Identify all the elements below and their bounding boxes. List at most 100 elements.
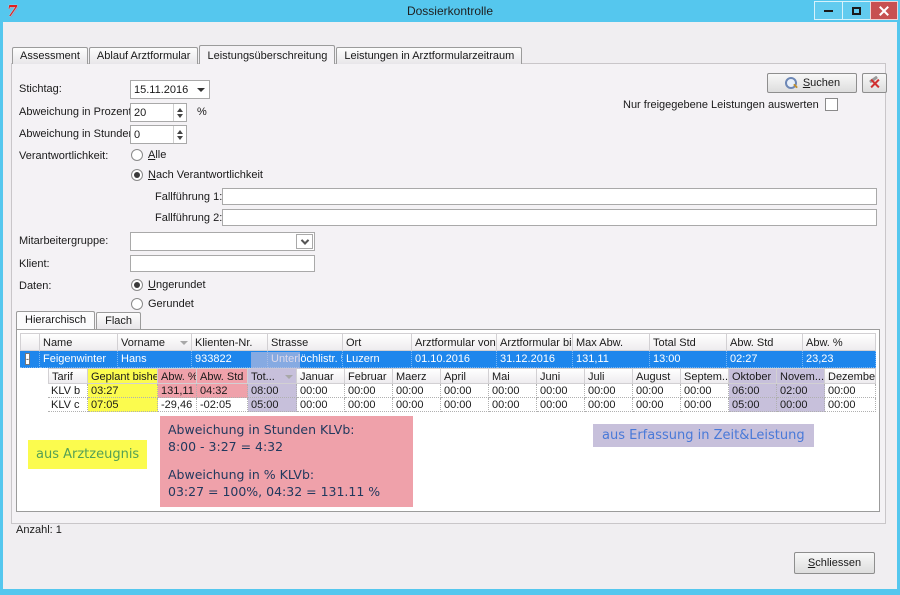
tab-assessment[interactable]: Assessment xyxy=(12,47,88,64)
verantwortlichkeit-label: Verantwortlichkeit: xyxy=(19,150,108,162)
column-header-maerz[interactable]: Maerz xyxy=(393,368,441,384)
tree-indent xyxy=(20,384,48,398)
column-header-abw-std[interactable]: Abw. Std xyxy=(727,333,803,351)
column-header-tarif[interactable]: Tarif xyxy=(48,368,88,384)
column-header-abw-prozent[interactable]: Abw. % xyxy=(803,333,876,351)
tab-leistungen-arztformularzeitraum[interactable]: Leistungen in Arztformularzeitraum xyxy=(336,47,522,64)
column-header-arztformular-von[interactable]: Arztformular von xyxy=(412,333,497,351)
column-header-november[interactable]: Novem... xyxy=(777,368,825,384)
column-header-arztformular-bis[interactable]: Arztformular bis xyxy=(497,333,573,351)
tab-ablauf-arztformular[interactable]: Ablauf Arztformular xyxy=(89,47,199,64)
column-header-juli[interactable]: Juli xyxy=(585,368,633,384)
tab-leistungsueberschreitung[interactable]: Leistungsüberschreitung xyxy=(199,45,335,64)
column-header-total-std[interactable]: Total Std xyxy=(650,333,727,351)
dropdown-icon xyxy=(197,88,205,92)
minimize-button[interactable] xyxy=(814,1,842,20)
radio-ungerundet[interactable]: Ungerundet xyxy=(131,279,206,291)
daten-label: Daten: xyxy=(19,280,51,292)
prozent-value: 20 xyxy=(131,107,173,119)
freigegebene-checkbox-label: Nur freigegebene Leistungen auswerten xyxy=(623,99,819,111)
radio-nach-verantwortlichkeit[interactable]: Nach Verantwortlichkeit xyxy=(131,169,263,181)
cell-abw-std: 02:27 xyxy=(727,351,803,368)
annotation-aus-arztzeugnis: aus Arztzeugnis xyxy=(28,440,147,469)
spin-up-icon xyxy=(177,130,183,134)
stichtag-datepicker[interactable]: 15.11.2016 xyxy=(130,80,210,99)
maximize-icon xyxy=(852,7,861,15)
cell-januar: 00:00 xyxy=(297,384,345,398)
radio-icon xyxy=(131,279,143,291)
window-title: Dossierkontrolle xyxy=(0,4,900,18)
fallfuehrung2-input[interactable] xyxy=(222,209,877,226)
collapse-icon[interactable]: - xyxy=(25,353,30,365)
column-header-mai[interactable]: Mai xyxy=(489,368,537,384)
client-row-selected[interactable]: - Feigenwinter Hans 933822 Unterlöchlist… xyxy=(20,351,876,368)
cell-total-std: 13:00 xyxy=(650,351,727,368)
column-header-name[interactable]: Name xyxy=(40,333,118,351)
column-header-februar[interactable]: Februar xyxy=(345,368,393,384)
cell-mai: 00:00 xyxy=(489,398,537,412)
minimize-icon xyxy=(824,10,833,12)
tarif-row-klvc[interactable]: KLV c 07:05 -29,46 -02:05 05:00 00:00 00… xyxy=(20,398,876,412)
title-bar: 7 Dossierkontrolle xyxy=(0,0,900,22)
row-expander-cell[interactable]: - xyxy=(20,351,40,368)
annotation-line: 03:27 = 100%, 04:32 = 131.11 % xyxy=(168,484,405,501)
column-header-oktober[interactable]: Oktober xyxy=(729,368,777,384)
column-header-geplant-bisher[interactable]: Geplant bisher xyxy=(88,368,158,384)
column-header-april[interactable]: April xyxy=(441,368,489,384)
column-header-september[interactable]: Septem... xyxy=(681,368,729,384)
stunden-value: 0 xyxy=(131,129,173,141)
stichtag-label: Stichtag: xyxy=(19,83,62,95)
column-header-vorname[interactable]: Vorname xyxy=(118,333,192,351)
radio-icon xyxy=(131,169,143,181)
cell-juli: 00:00 xyxy=(585,384,633,398)
tarif-row-klvb[interactable]: KLV b 03:27 131,11 04:32 08:00 00:00 00:… xyxy=(20,384,876,398)
column-header-abw-std-inner[interactable]: Abw. Std xyxy=(197,368,248,384)
column-header-max-abw[interactable]: Max Abw. xyxy=(573,333,650,351)
fallfuehrung1-input[interactable] xyxy=(222,188,877,205)
cell-tarif: KLV b xyxy=(48,384,88,398)
column-header-dezember[interactable]: Dezember xyxy=(825,368,876,384)
cell-dezember: 00:00 xyxy=(825,384,876,398)
cell-september: 00:00 xyxy=(681,384,729,398)
mitarbeitergruppe-label: Mitarbeitergruppe: xyxy=(19,235,108,247)
spinner-arrows[interactable] xyxy=(173,126,186,143)
cell-arztformular-bis: 31.12.2016 xyxy=(497,351,573,368)
column-header-august[interactable]: August xyxy=(633,368,681,384)
column-header-ort[interactable]: Ort xyxy=(343,333,412,351)
column-header-januar[interactable]: Januar xyxy=(297,368,345,384)
search-icon xyxy=(784,76,798,90)
column-header-total[interactable]: Tot... xyxy=(248,368,297,384)
annotation-line: Abweichung in Stunden KLVb: xyxy=(168,422,405,439)
cell-april: 00:00 xyxy=(441,384,489,398)
clear-search-button[interactable] xyxy=(862,73,887,93)
cell-tarif: KLV c xyxy=(48,398,88,412)
tab-hierarchisch[interactable]: Hierarchisch xyxy=(16,311,95,329)
tab-flach[interactable]: Flach xyxy=(96,312,141,329)
result-count-label: Anzahl: 1 xyxy=(16,524,62,536)
spinner-arrows[interactable] xyxy=(173,104,186,121)
combo-dropdown-button[interactable] xyxy=(296,234,313,249)
column-header-klienten-nr[interactable]: Klienten-Nr. xyxy=(192,333,268,351)
maximize-button[interactable] xyxy=(842,1,870,20)
column-header-strasse[interactable]: Strasse xyxy=(268,333,343,351)
cell-september: 00:00 xyxy=(681,398,729,412)
close-button[interactable] xyxy=(870,1,898,20)
radio-gerundet[interactable]: Gerundet xyxy=(131,298,194,310)
stichtag-value: 15.11.2016 xyxy=(131,84,197,96)
stunden-spinner[interactable]: 0 xyxy=(130,125,187,144)
prozent-spinner[interactable]: 20 xyxy=(130,103,187,122)
cell-ort: Luzern xyxy=(343,351,412,368)
klient-input[interactable] xyxy=(130,255,315,272)
radio-alle[interactable]: Alle xyxy=(131,149,166,161)
mitarbeitergruppe-combo[interactable] xyxy=(130,232,315,251)
suchen-button[interactable]: Suchen xyxy=(767,73,857,93)
schliessen-button[interactable]: Schliessen xyxy=(794,552,875,574)
cell-juli: 00:00 xyxy=(585,398,633,412)
stunden-label: Abweichung in Stunden: xyxy=(19,128,138,140)
freigegebene-checkbox[interactable] xyxy=(825,98,838,111)
column-header-abw-prozent-inner[interactable]: Abw. % xyxy=(158,368,197,384)
expander-column-header[interactable] xyxy=(20,333,40,351)
column-header-juni[interactable]: Juni xyxy=(537,368,585,384)
schliessen-button-label: Schliessen xyxy=(808,557,861,569)
annotation-line: Abweichung in % KLVb: xyxy=(168,467,405,484)
